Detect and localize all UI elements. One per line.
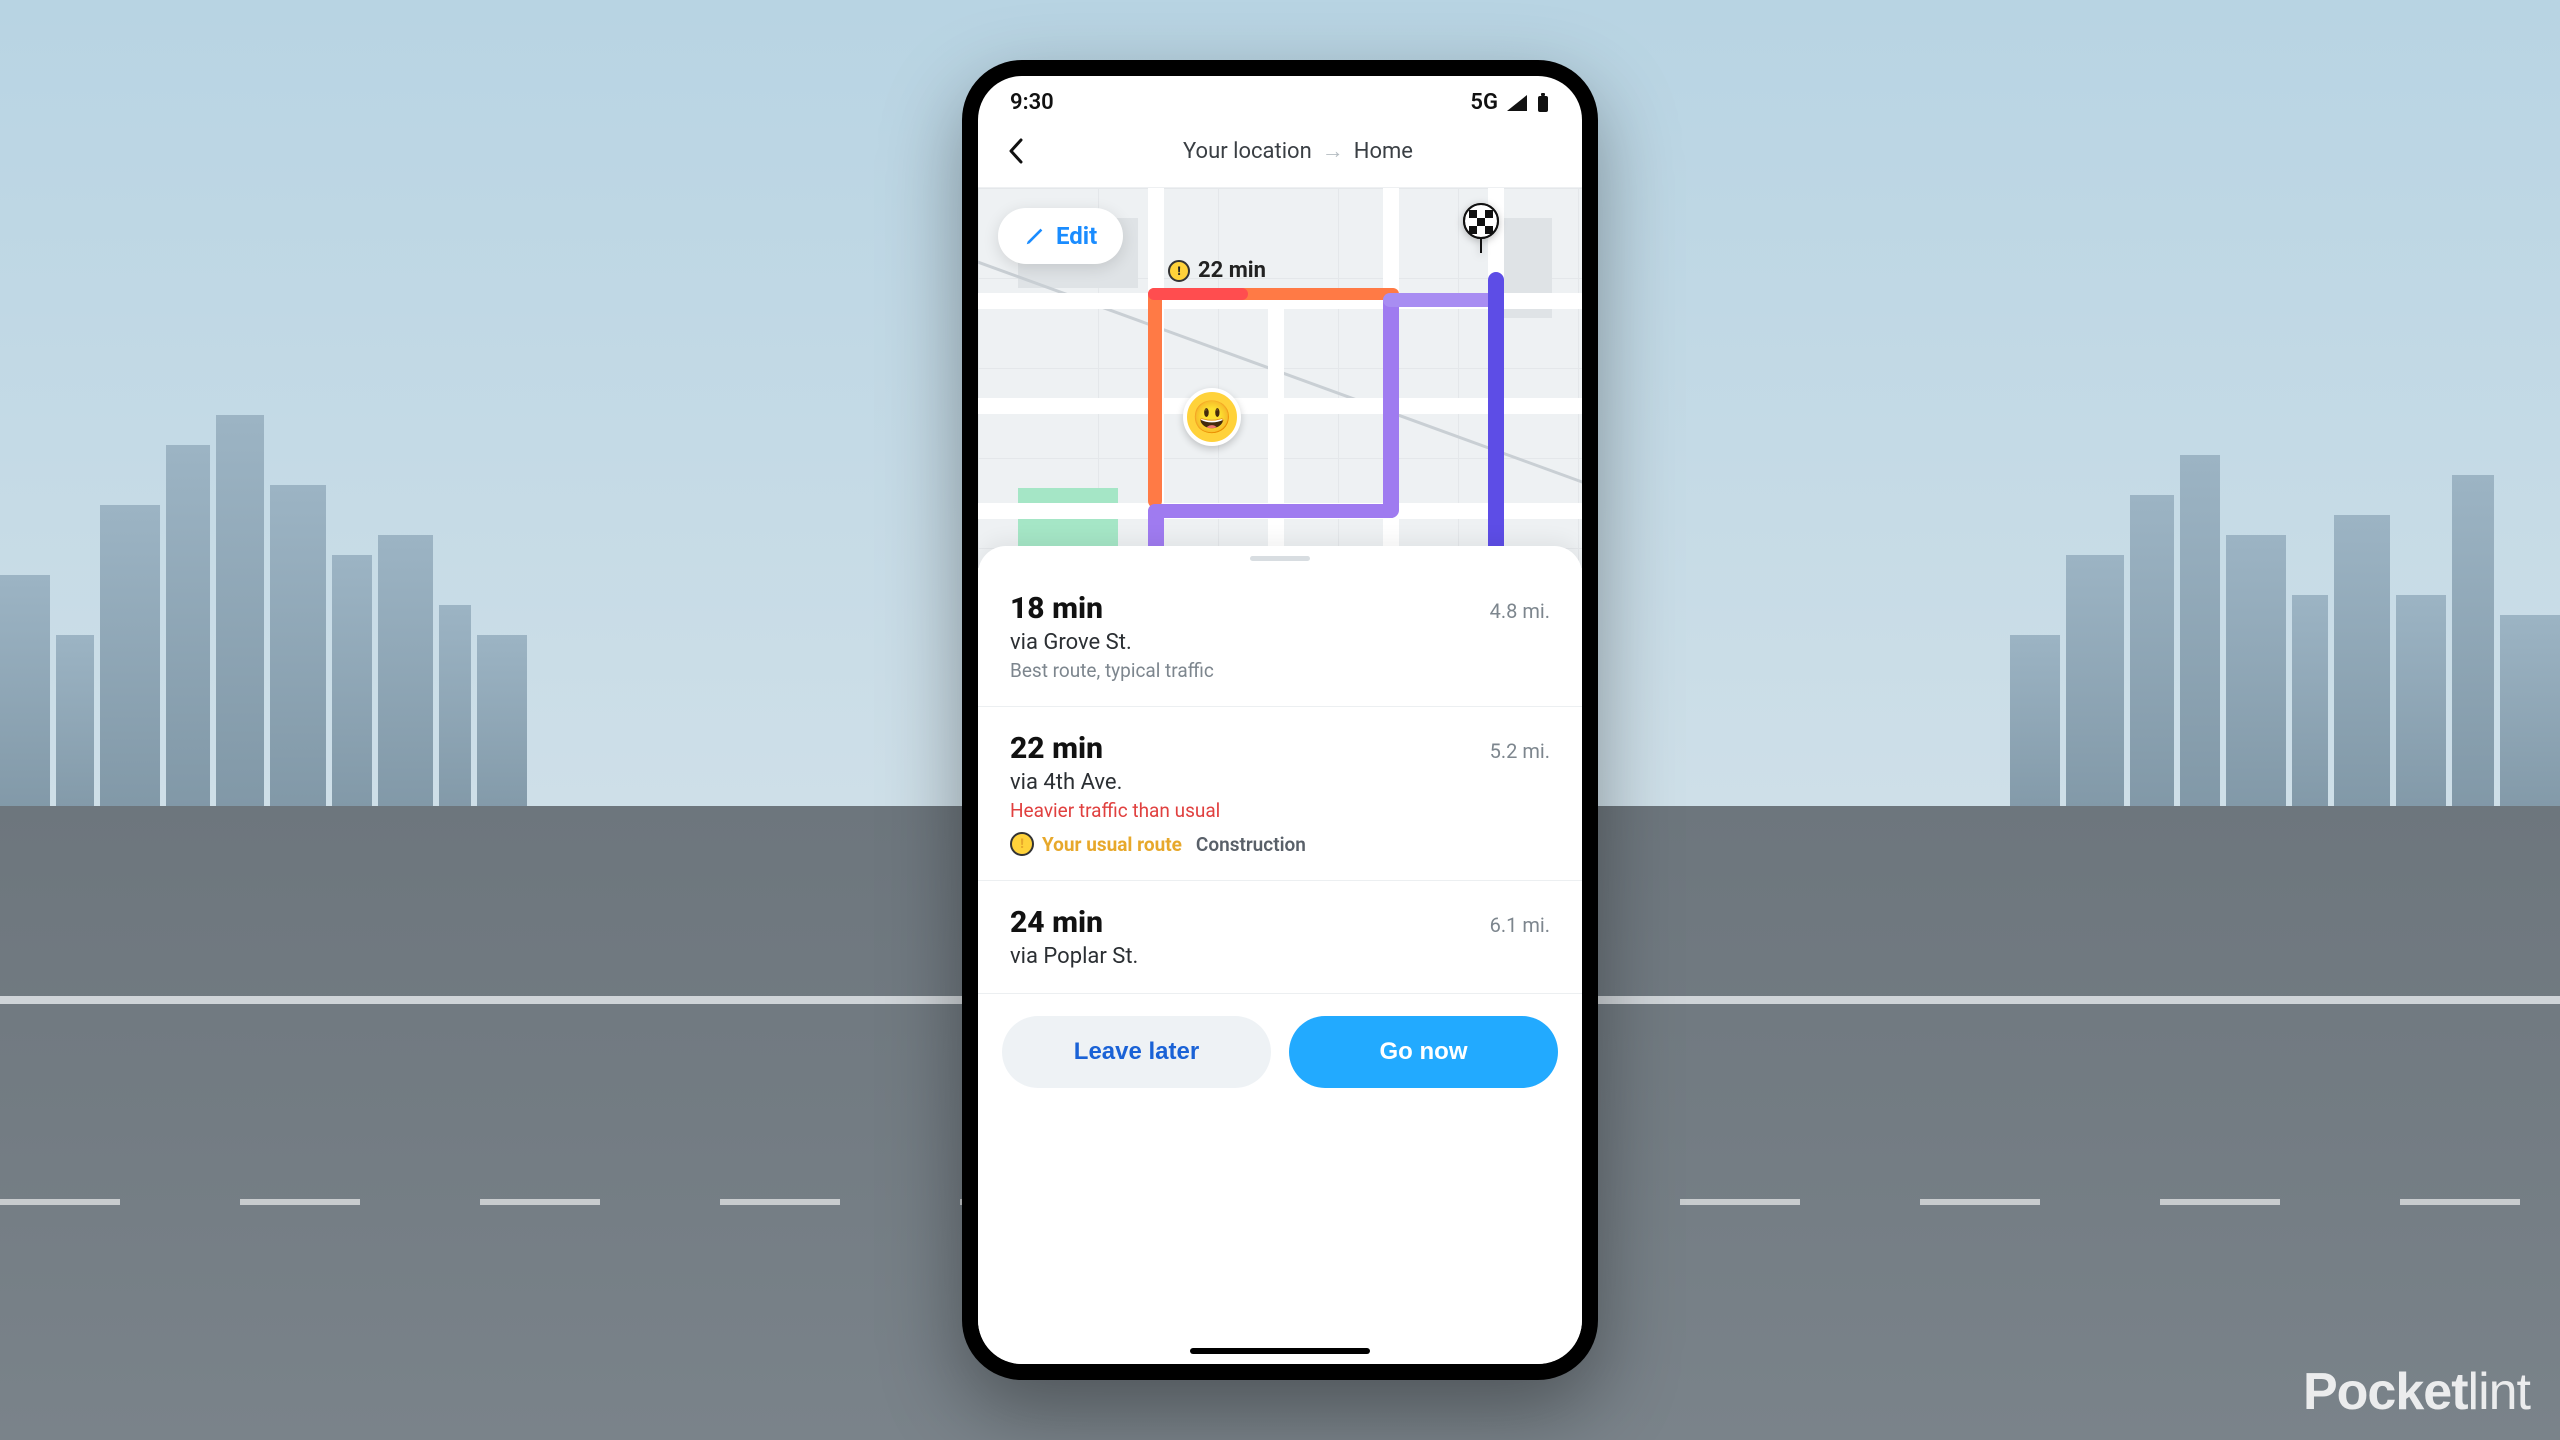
hazard-icon: !	[1010, 832, 1034, 856]
home-indicator[interactable]	[1190, 1348, 1370, 1354]
map-view[interactable]: Edit ! 22 min	[978, 188, 1582, 568]
status-time: 9:30	[1010, 90, 1054, 115]
route-via: via Poplar St.	[1010, 944, 1550, 969]
route-via: via 4th Ave.	[1010, 770, 1550, 795]
destination-pin[interactable]	[1460, 208, 1502, 250]
header-from: Your location	[1183, 139, 1312, 164]
chevron-left-icon	[1008, 138, 1024, 164]
route-option-3[interactable]: 24 min 6.1 mi. via Poplar St.	[978, 881, 1582, 994]
route-subtitle: Best route, typical traffic	[1010, 659, 1550, 682]
header-to: Home	[1354, 139, 1413, 164]
header-title: Your location → Home	[1034, 138, 1562, 164]
route-time: 18 min	[1010, 591, 1103, 626]
route-time: 24 min	[1010, 905, 1103, 940]
edit-route-button[interactable]: Edit	[998, 208, 1123, 264]
action-row: Leave later Go now	[978, 994, 1582, 1116]
phone-frame: 9:30 5G Your location → Home	[962, 60, 1598, 1380]
pencil-icon	[1024, 225, 1046, 247]
route-distance: 5.2 mi.	[1490, 739, 1550, 763]
watermark-light: lint	[2468, 1363, 2530, 1421]
usual-route-label: Your usual route	[1042, 833, 1182, 856]
phone-screen: 9:30 5G Your location → Home	[978, 76, 1582, 1364]
checkered-flag-icon	[1460, 203, 1502, 255]
status-network: 5G	[1470, 90, 1498, 115]
battery-icon	[1536, 93, 1550, 113]
route-time-badge: ! 22 min	[1168, 258, 1266, 283]
usual-route-tag: ! Your usual route	[1010, 832, 1182, 856]
status-bar: 9:30 5G	[978, 76, 1582, 121]
back-button[interactable]	[998, 133, 1034, 169]
arrow-right-icon: →	[1322, 138, 1344, 164]
route-time: 22 min	[1010, 731, 1103, 766]
hazard-icon: !	[1168, 260, 1190, 282]
route-time-badge-text: 22 min	[1198, 258, 1266, 283]
routes-sheet: 18 min 4.8 mi. via Grove St. Best route,…	[978, 546, 1582, 1364]
sheet-handle[interactable]	[1250, 556, 1310, 561]
leave-later-button[interactable]: Leave later	[1002, 1016, 1271, 1088]
route-option-1[interactable]: 18 min 4.8 mi. via Grove St. Best route,…	[978, 567, 1582, 707]
watermark: Pocketlint	[2303, 1362, 2530, 1422]
current-location-pin[interactable]	[1183, 388, 1241, 446]
route-distance: 4.8 mi.	[1490, 599, 1550, 623]
route-warning: Heavier traffic than usual	[1010, 799, 1550, 822]
go-now-button[interactable]: Go now	[1289, 1016, 1558, 1088]
route-header: Your location → Home	[978, 121, 1582, 188]
route-distance: 6.1 mi.	[1490, 913, 1550, 937]
construction-tag: Construction	[1196, 833, 1306, 856]
route-via: via Grove St.	[1010, 630, 1550, 655]
route-option-2[interactable]: 22 min 5.2 mi. via 4th Ave. Heavier traf…	[978, 707, 1582, 881]
signal-icon	[1506, 94, 1528, 112]
watermark-bold: Pocket	[2303, 1363, 2468, 1421]
edit-label: Edit	[1056, 222, 1097, 250]
